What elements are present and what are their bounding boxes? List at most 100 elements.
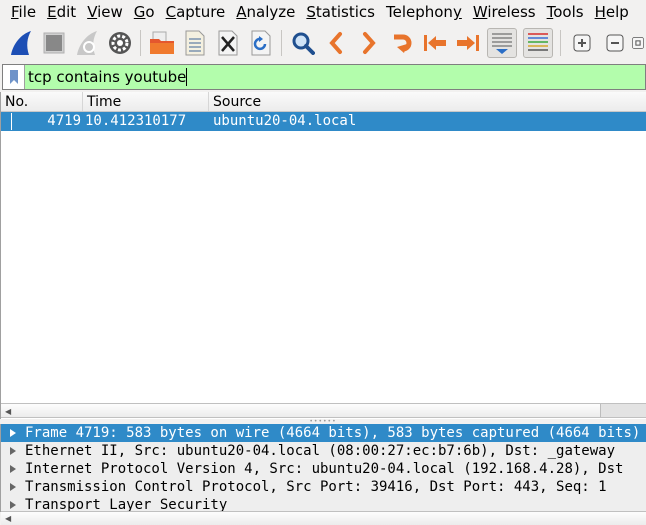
menu-telephony[interactable]: Telephony [375,0,462,24]
menu-file[interactable]: File [0,0,36,24]
menu-view[interactable]: View [76,0,123,24]
start-capture-button[interactable] [4,27,37,59]
scroll-left-icon[interactable]: ◀ [5,514,11,523]
menu-label-part: apture [176,3,226,21]
packet-details: Frame 4719: 583 bytes on wire (4664 bits… [0,424,646,513]
save-file-icon [185,30,204,56]
colorize-button[interactable] [523,28,553,58]
menu-label-part: ireless [487,3,536,21]
menu-mnemonic: S [306,3,316,21]
go-back-icon [328,32,342,54]
packet-list: No. Time Source 4719 10.412310177 ubuntu… [0,92,646,419]
go-last-packet-button[interactable] [451,27,484,59]
normal-size-button[interactable] [631,27,645,59]
autoscroll-button[interactable] [487,28,517,58]
detail-row-ip[interactable]: Internet Protocol Version 4, Src: ubuntu… [1,460,646,478]
menu-label-part: o [145,3,155,21]
menu-label-part: nalyze [246,3,296,21]
column-header-source[interactable]: Source [209,92,646,111]
open-file-button[interactable] [145,27,178,59]
scrollbar-thumb[interactable] [600,404,646,417]
start-capture-icon [10,31,31,55]
expand-arrow-icon[interactable] [1,465,25,473]
selection-marker [11,113,12,130]
find-packet-button[interactable] [286,27,319,59]
capture-options-icon [108,32,131,54]
zoom-out-icon [606,34,623,52]
packet-no: 4719 [47,113,81,129]
toolbar-separator [140,30,141,56]
detail-text: Frame 4719: 583 bytes on wire (4664 bits… [25,425,641,441]
close-file-button[interactable] [211,27,244,59]
detail-row-tcp[interactable]: Transmission Control Protocol, Src Port:… [1,478,646,496]
expand-arrow-icon[interactable] [1,447,25,455]
menu-analyze[interactable]: Analyze [225,0,295,24]
detail-text: Transmission Control Protocol, Src Port:… [25,479,607,495]
menu-label-part: tatistics [315,3,375,21]
packet-row[interactable]: 4719 10.412310177 ubuntu20-04.local [1,112,646,131]
go-forward-button[interactable] [352,27,385,59]
reload-file-button[interactable] [244,27,277,59]
menu-statistics[interactable]: Statistics [295,0,375,24]
detail-row-ethernet[interactable]: Ethernet II, Src: ubuntu20-04.local (08:… [1,442,646,460]
restart-capture-button[interactable] [70,27,103,59]
detail-text: Internet Protocol Version 4, Src: ubuntu… [25,461,624,477]
menu-mnemonic: E [47,3,57,21]
menu-label-part: Telephon [385,3,453,21]
restart-capture-icon [76,31,97,55]
menu-go[interactable]: Go [123,0,155,24]
packet-source: ubuntu20-04.local [213,113,357,129]
menu-edit[interactable]: Edit [36,0,76,24]
bookmark-icon [9,70,18,84]
go-last-packet-icon [456,35,479,51]
menu-help[interactable]: Help [584,0,629,24]
stop-capture-icon [43,32,64,54]
filter-input[interactable]: tcp contains youtube [28,68,186,86]
reload-file-icon [251,30,270,56]
menu-wireless[interactable]: Wireless [462,0,536,24]
expand-arrow-icon[interactable] [1,501,25,509]
main-toolbar [0,24,646,62]
toolbar-separator [281,30,282,56]
menu-label-part: dit [56,3,77,21]
menu-mnemonic: A [236,3,247,21]
stop-capture-button[interactable] [37,27,70,59]
zoom-out-button[interactable] [598,27,631,59]
menu-label-part: ools [553,3,584,21]
text-caret [186,68,188,86]
go-to-packet-icon [393,34,411,53]
menu-label-part: iew [97,3,123,21]
details-horizontal-scrollbar[interactable]: ◀ [1,511,646,525]
detail-row-frame[interactable]: Frame 4719: 583 bytes on wire (4664 bits… [1,424,646,442]
menu-mnemonic: W [472,3,488,21]
go-forward-icon [362,32,376,54]
menu-label-part: ile [18,3,37,21]
menu-mnemonic: V [87,3,98,21]
go-back-button[interactable] [319,27,352,59]
filter-field[interactable]: tcp contains youtube [25,68,188,86]
menu-mnemonic: F [11,3,19,21]
colorize-icon [528,33,548,51]
save-file-button[interactable] [178,27,211,59]
go-first-packet-icon [423,35,446,51]
menu-tools[interactable]: Tools [536,0,584,24]
find-packet-icon [292,32,315,55]
expand-arrow-icon[interactable] [1,483,25,491]
toolbar-separator [560,30,561,56]
column-header-no[interactable]: No. [1,92,83,111]
scroll-left-icon[interactable]: ◀ [5,407,11,416]
filter-bookmark-button[interactable] [3,65,25,89]
go-to-packet-button[interactable] [385,27,418,59]
expand-arrow-icon[interactable] [1,429,25,437]
go-first-packet-button[interactable] [418,27,451,59]
column-header-time[interactable]: Time [83,92,209,111]
menu-bar: File Edit View Go Capture Analyze Statis… [0,0,646,24]
menu-capture[interactable]: Capture [155,0,226,24]
detail-text: Ethernet II, Src: ubuntu20-04.local (08:… [25,443,616,459]
menu-label-part: elp [605,3,629,21]
zoom-in-button[interactable] [565,27,598,59]
display-filter-bar: tcp contains youtube [2,64,646,90]
packet-list-horizontal-scrollbar[interactable]: ◀ [1,403,646,418]
open-file-icon [149,31,174,54]
capture-options-button[interactable] [103,27,136,59]
